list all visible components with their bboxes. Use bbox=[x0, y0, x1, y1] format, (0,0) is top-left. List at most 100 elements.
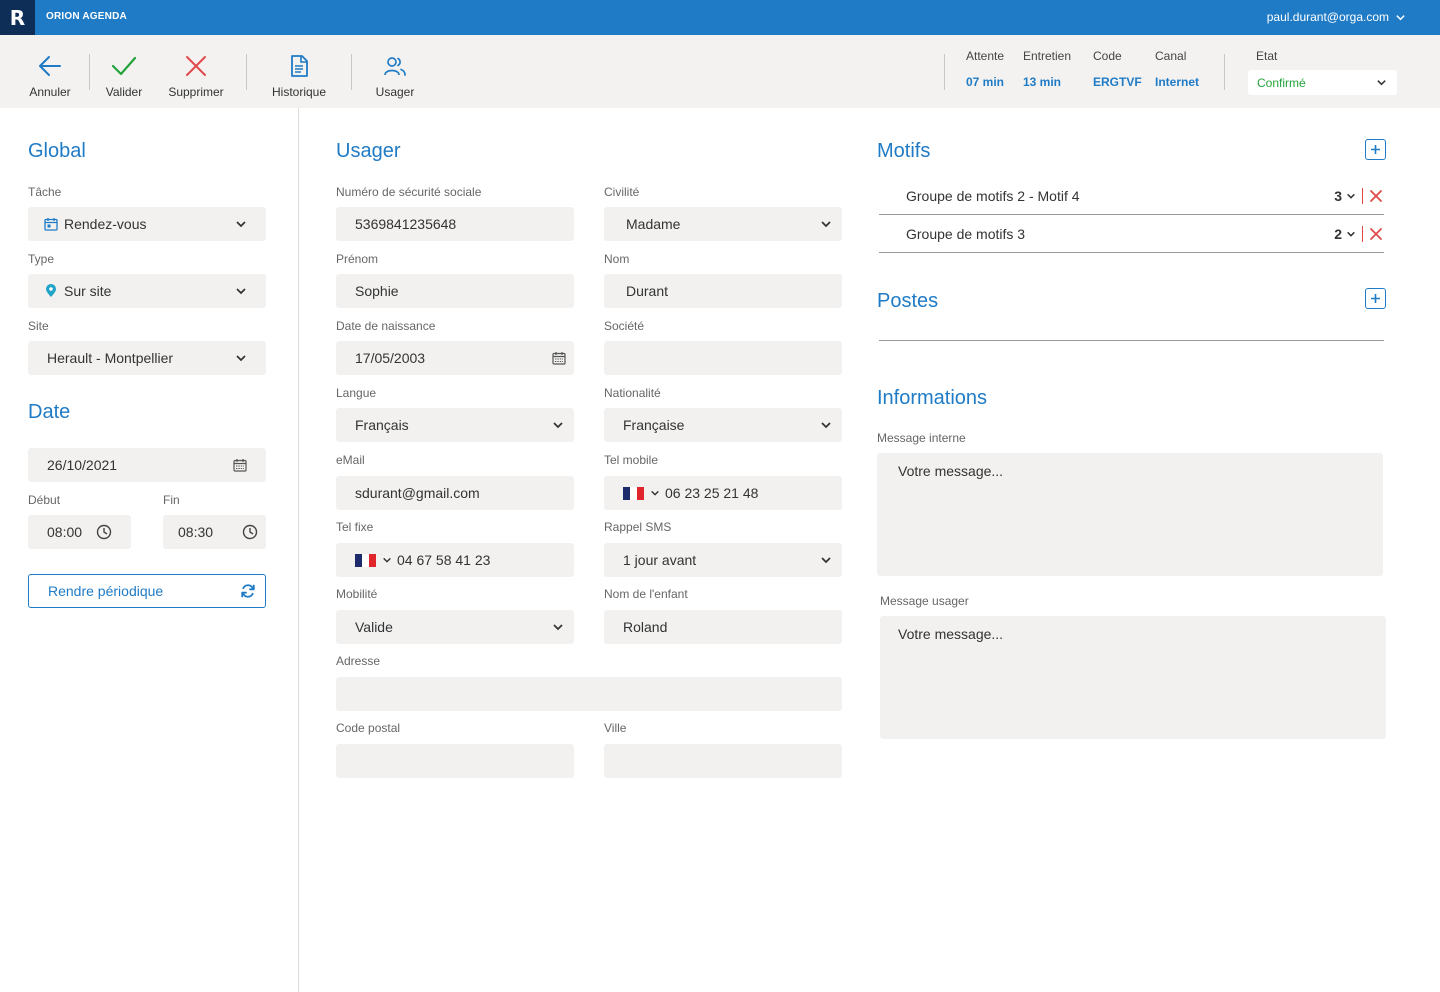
mobilite-select[interactable]: Valide bbox=[336, 610, 574, 644]
langue-select[interactable]: Français bbox=[336, 408, 574, 442]
prenom-value: Sophie bbox=[355, 283, 399, 299]
message-usager-placeholder: Votre message... bbox=[898, 626, 1004, 642]
logo-letter: R bbox=[9, 5, 26, 30]
message-interne-label: Message interne bbox=[877, 431, 966, 445]
date-input[interactable]: 26/10/2021 bbox=[28, 448, 266, 482]
plus-icon bbox=[1371, 294, 1380, 303]
canal-label: Canal bbox=[1155, 49, 1187, 63]
calendar-icon[interactable] bbox=[552, 351, 566, 365]
code-value: ERGTVF bbox=[1093, 75, 1142, 89]
telmobile-input[interactable]: 06 23 25 21 48 bbox=[604, 476, 842, 510]
societe-input[interactable] bbox=[604, 341, 842, 375]
enfant-label: Nom de l'enfant bbox=[604, 587, 688, 601]
clock-icon[interactable] bbox=[242, 524, 258, 540]
rappel-select[interactable]: 1 jour avant bbox=[604, 543, 842, 577]
users-icon bbox=[384, 57, 406, 76]
civilite-select[interactable]: Madame bbox=[604, 207, 842, 241]
valider-button[interactable]: Valider bbox=[102, 35, 146, 108]
supprimer-button[interactable]: Supprimer bbox=[164, 35, 228, 108]
fin-value: 08:30 bbox=[178, 524, 214, 540]
close-icon bbox=[186, 56, 206, 76]
annuler-button[interactable]: Annuler bbox=[26, 35, 74, 108]
adresse-input[interactable] bbox=[336, 677, 842, 711]
debut-input[interactable]: 08:00 bbox=[28, 515, 131, 549]
clock-icon[interactable] bbox=[96, 524, 112, 540]
message-usager-textarea[interactable]: Votre message... bbox=[880, 616, 1386, 739]
naissance-value: 17/05/2003 bbox=[355, 350, 426, 366]
entretien-label: Entretien bbox=[1023, 49, 1072, 63]
add-motif-button[interactable] bbox=[1365, 139, 1386, 160]
motif-divider bbox=[1362, 187, 1363, 204]
rendre-periodique-button[interactable]: Rendre périodique bbox=[28, 574, 266, 608]
motif-quantity: 2 bbox=[1334, 225, 1342, 242]
canal-value: Internet bbox=[1155, 75, 1200, 89]
chevron-down-icon bbox=[821, 422, 831, 429]
etat-value: Confirmé bbox=[1257, 75, 1306, 90]
enfant-input[interactable]: Roland bbox=[604, 610, 842, 644]
code-info: Code ERGTVF bbox=[1093, 49, 1142, 89]
etat-select[interactable]: Confirmé bbox=[1248, 70, 1397, 95]
motif-quantity: 3 bbox=[1334, 187, 1342, 204]
cp-input[interactable] bbox=[336, 744, 574, 778]
toolbar-divider bbox=[246, 54, 247, 90]
nationalite-select[interactable]: Française bbox=[604, 408, 842, 442]
valider-label: Valider bbox=[105, 85, 143, 99]
nss-input[interactable]: 5369841235648 bbox=[336, 207, 574, 241]
ville-label: Ville bbox=[604, 721, 627, 735]
telmobile-value: 06 23 25 21 48 bbox=[665, 485, 759, 501]
telfixe-input[interactable]: 04 67 58 41 23 bbox=[336, 543, 574, 577]
user-menu[interactable]: paul.durant@orga.com bbox=[1267, 10, 1406, 24]
date-value: 26/10/2021 bbox=[47, 457, 118, 473]
langue-value: Français bbox=[355, 417, 409, 433]
message-interne-textarea[interactable]: Votre message... bbox=[877, 453, 1383, 576]
type-label: Type bbox=[28, 252, 55, 266]
telmobile-label: Tel mobile bbox=[604, 453, 659, 467]
site-label: Site bbox=[28, 319, 49, 333]
chevron-down-icon bbox=[821, 557, 831, 564]
chevron-down-icon bbox=[1396, 14, 1405, 20]
type-select[interactable]: Sur site bbox=[28, 274, 266, 308]
refresh-icon bbox=[241, 584, 255, 598]
app-logo[interactable]: R bbox=[0, 0, 35, 35]
civilite-value: Madame bbox=[626, 216, 681, 232]
chevron-down-icon[interactable] bbox=[650, 488, 660, 498]
toolbar-divider bbox=[944, 54, 945, 90]
debut-label: Début bbox=[28, 493, 61, 507]
site-select[interactable]: Herault - Montpellier bbox=[28, 341, 266, 375]
close-icon[interactable] bbox=[1369, 227, 1383, 241]
informations-title: Informations bbox=[877, 387, 988, 409]
calendar-icon[interactable] bbox=[233, 458, 247, 472]
ville-input[interactable] bbox=[604, 744, 842, 778]
close-icon[interactable] bbox=[1369, 189, 1383, 203]
chevron-down-icon[interactable] bbox=[382, 555, 392, 565]
motif-quantity-select[interactable]: 3 bbox=[1334, 188, 1356, 204]
toolbar-divider bbox=[89, 54, 90, 90]
email-input[interactable]: sdurant@gmail.com bbox=[336, 476, 574, 510]
rappel-value: 1 jour avant bbox=[623, 552, 697, 568]
historique-button[interactable]: Historique bbox=[266, 35, 332, 108]
etat-label: Etat bbox=[1256, 49, 1278, 63]
societe-label: Société bbox=[604, 319, 645, 333]
flag-fr-icon[interactable] bbox=[355, 553, 376, 567]
nationalite-value: Française bbox=[623, 417, 685, 433]
naissance-input[interactable]: 17/05/2003 bbox=[336, 341, 574, 375]
message-interne-placeholder: Votre message... bbox=[898, 463, 1004, 479]
nom-input[interactable]: Durant bbox=[604, 274, 842, 308]
chevron-down-icon bbox=[236, 221, 246, 228]
email-label: eMail bbox=[336, 453, 365, 467]
flag-fr-icon[interactable] bbox=[623, 486, 644, 500]
telfixe-label: Tel fixe bbox=[336, 520, 374, 534]
postes-title: Postes bbox=[877, 290, 939, 312]
document-icon bbox=[291, 55, 308, 77]
fin-input[interactable]: 08:30 bbox=[163, 515, 266, 549]
add-poste-button[interactable] bbox=[1365, 288, 1386, 309]
tache-select[interactable]: Rendez-vous bbox=[28, 207, 266, 241]
attente-info: Attente 07 min bbox=[966, 49, 1004, 89]
motif-quantity-select[interactable]: 2 bbox=[1334, 226, 1356, 242]
prenom-input[interactable]: Sophie bbox=[336, 274, 574, 308]
toolbar-divider bbox=[351, 54, 352, 90]
nss-label: Numéro de sécurité sociale bbox=[336, 185, 482, 199]
usager-button[interactable]: Usager bbox=[372, 35, 418, 108]
motif-name: Groupe de motifs 2 - Motif 4 bbox=[906, 187, 1080, 204]
naissance-label: Date de naissance bbox=[336, 319, 436, 333]
